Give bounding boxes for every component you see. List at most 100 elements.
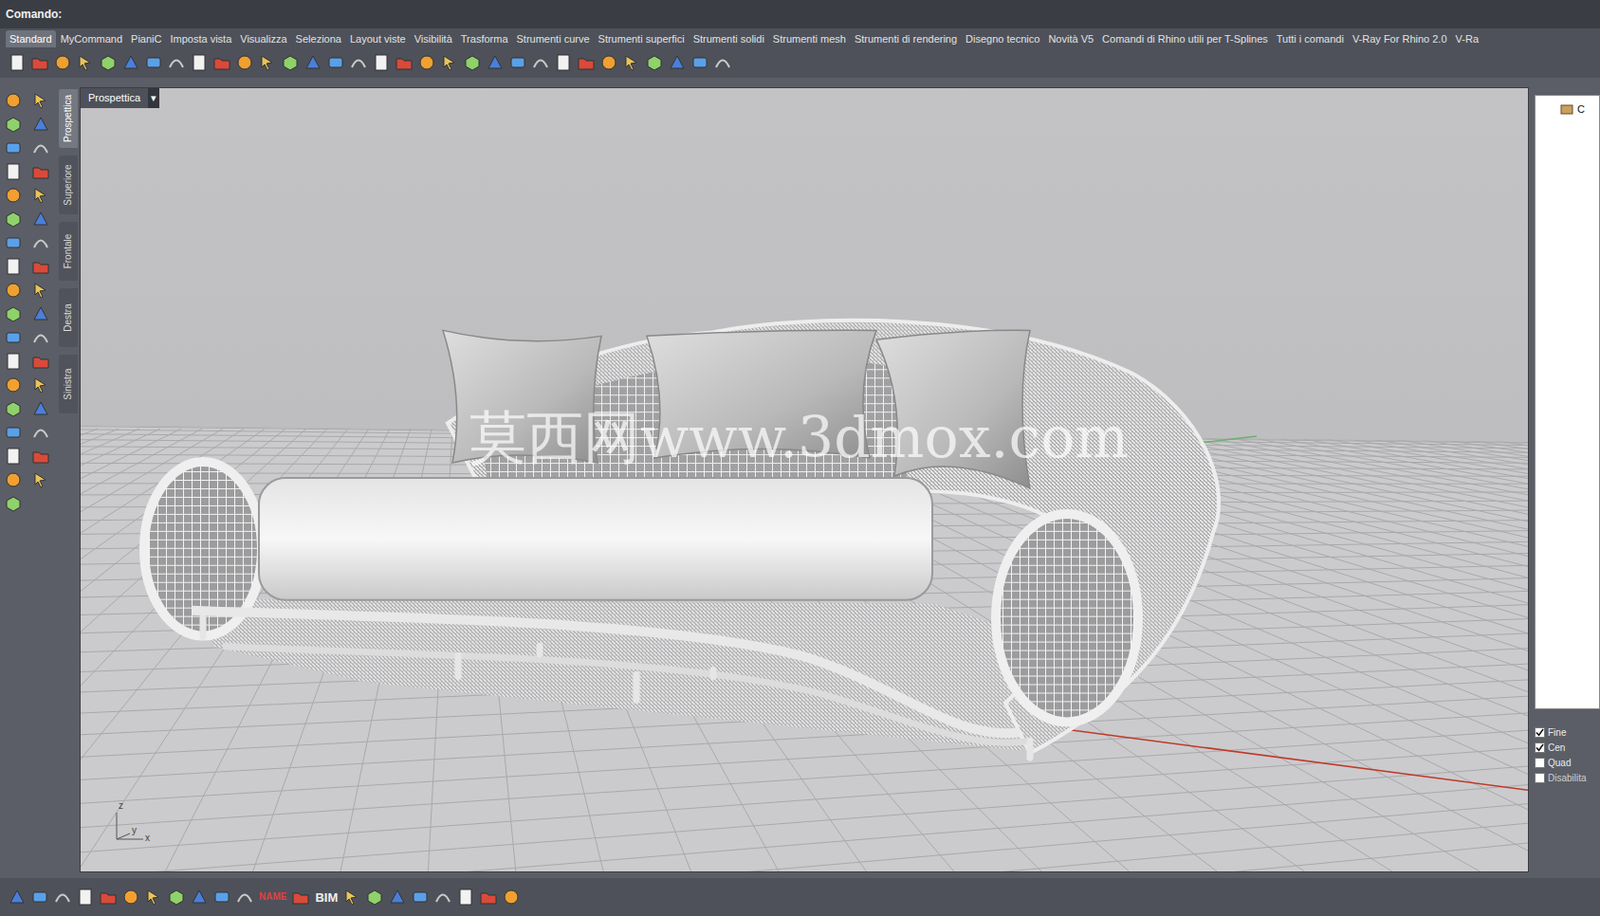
toolbar-tab[interactable]: Trasforma — [457, 30, 513, 48]
modeling-tool-icon[interactable] — [3, 422, 23, 442]
toolbar-tool-icon[interactable] — [576, 53, 596, 73]
modeling-tool-icon[interactable] — [31, 209, 51, 229]
toolbar-tab[interactable]: Strumenti superfici — [594, 30, 689, 48]
bottom-tool-icon[interactable] — [30, 887, 50, 907]
osnap-checkbox[interactable] — [1534, 757, 1545, 769]
osnap-label[interactable]: Fine — [1547, 726, 1566, 739]
toolbar-tool-icon[interactable] — [53, 53, 73, 73]
toolbar-tab[interactable]: Strumenti di rendering — [850, 30, 961, 48]
viewport[interactable]: Prospettica ▾ 莫西网www.3dmox.com z y x — [79, 87, 1529, 873]
modeling-tool-icon[interactable] — [31, 185, 51, 205]
toolbar-tool-icon[interactable] — [599, 53, 619, 73]
bottom-tool-icon[interactable] — [456, 887, 476, 907]
toolbar-tab[interactable]: Layout viste — [346, 30, 410, 48]
bottom-tool-icon[interactable] — [387, 887, 407, 907]
viewport-tab-label[interactable]: Frontale — [63, 234, 74, 270]
osnap-label[interactable]: Quad — [1547, 756, 1571, 770]
modeling-tool-icon[interactable] — [3, 351, 23, 371]
viewport-tab[interactable]: Prospettica — [58, 89, 78, 148]
toolbar-tab[interactable]: Imposta vista — [165, 30, 236, 48]
modeling-tool-icon[interactable] — [3, 209, 23, 229]
viewport-tab[interactable]: Sinistra — [58, 354, 78, 414]
toolbar-tool-icon[interactable] — [166, 53, 186, 73]
toolbar-tab[interactable]: V-Ray For Rhino 2.0 — [1348, 30, 1452, 48]
bottom-tool-icon[interactable] — [53, 887, 73, 907]
toolbar-tool-icon[interactable] — [280, 53, 300, 73]
toolbar-tool-icon[interactable] — [622, 53, 642, 73]
toolbar-tool-icon[interactable] — [121, 53, 141, 73]
toolbar-tab[interactable]: PianiC — [127, 30, 166, 48]
toolbar-tool-icon[interactable] — [349, 53, 368, 73]
toolbar-tool-icon[interactable] — [235, 53, 255, 73]
bottom-tool-icon[interactable] — [342, 887, 362, 907]
viewport-tab[interactable]: Superiore — [58, 155, 78, 215]
modeling-tool-icon[interactable] — [31, 422, 51, 442]
toolbar-tool-icon[interactable] — [189, 53, 209, 73]
osnap-option[interactable]: Quad — [1534, 756, 1600, 770]
bottom-tool-icon[interactable] — [75, 887, 95, 907]
osnap-label[interactable]: Cen — [1547, 741, 1565, 755]
modeling-tool-icon[interactable] — [3, 257, 23, 276]
toolbar-tool-icon[interactable] — [394, 53, 414, 73]
toolbar-tab[interactable]: Comandi di Rhino utili per T-Splines — [1098, 30, 1272, 48]
bottom-tool-icon[interactable] — [291, 887, 311, 907]
toolbar-tool-icon[interactable] — [690, 53, 710, 73]
osnap-option[interactable]: Cen — [1534, 741, 1600, 755]
toolbar-tab[interactable]: Standard — [5, 30, 56, 48]
modeling-tool-icon[interactable] — [31, 446, 51, 466]
modeling-tool-icon[interactable] — [3, 328, 23, 348]
modeling-tool-icon[interactable] — [3, 185, 23, 205]
toolbar-tool-icon[interactable] — [98, 53, 118, 73]
bottom-tool-icon[interactable] — [410, 887, 430, 907]
bottom-tool-icon[interactable] — [501, 887, 521, 907]
command-input[interactable] — [65, 5, 1595, 23]
toolbar-tab[interactable]: Visibilità — [410, 30, 457, 48]
osnap-label[interactable]: Disabilita — [1547, 772, 1587, 785]
toolbar-tab[interactable]: Strumenti mesh — [769, 30, 850, 48]
toolbar-tool-icon[interactable] — [212, 53, 232, 73]
toolbar-tool-icon[interactable] — [417, 53, 437, 73]
modeling-tool-icon[interactable] — [3, 446, 23, 466]
modeling-tool-icon[interactable] — [31, 399, 51, 419]
modeling-tool-icon[interactable] — [3, 304, 23, 324]
toolbar-tool-icon[interactable] — [644, 53, 664, 73]
viewport-dropdown[interactable]: ▾ — [147, 88, 160, 109]
toolbar-tool-icon[interactable] — [440, 53, 460, 73]
modeling-tool-icon[interactable] — [3, 233, 23, 253]
toolbar-tool-icon[interactable] — [326, 53, 346, 73]
toolbar-label-button[interactable]: BIM — [313, 891, 339, 904]
toolbar-tool-icon[interactable] — [371, 53, 391, 73]
viewport-tab-label[interactable]: Prospettica — [63, 94, 74, 143]
toolbar-tab[interactable]: MyCommand — [56, 30, 127, 48]
toolbar-tab[interactable]: Novità V5 — [1044, 30, 1098, 48]
toolbar-tool-icon[interactable] — [508, 53, 528, 73]
modeling-tool-icon[interactable] — [31, 375, 51, 395]
viewport-tab[interactable]: Frontale — [58, 221, 78, 281]
toolbar-tab[interactable]: Seleziona — [292, 30, 346, 48]
osnap-checkbox[interactable] — [1534, 727, 1545, 738]
bottom-tool-icon[interactable] — [98, 887, 118, 907]
layer-item[interactable]: C — [1560, 101, 1600, 118]
modeling-tool-icon[interactable] — [3, 138, 23, 158]
modeling-tool-icon[interactable] — [3, 375, 23, 395]
modeling-tool-icon[interactable] — [3, 470, 23, 490]
modeling-tool-icon[interactable] — [31, 470, 51, 490]
toolbar-tab[interactable]: Strumenti curve — [513, 30, 594, 48]
toolbar-tab[interactable]: Tutti i comandi — [1272, 30, 1348, 48]
layer-name[interactable]: C — [1577, 101, 1585, 118]
bottom-tool-icon[interactable] — [189, 887, 209, 907]
modeling-tool-icon[interactable] — [31, 138, 51, 158]
toolbar-tool-icon[interactable] — [713, 53, 733, 73]
toolbar-tab[interactable]: Disegno tecnico — [961, 30, 1044, 48]
bottom-tool-icon[interactable] — [365, 887, 385, 907]
toolbar-tool-icon[interactable] — [7, 53, 27, 73]
viewport-title[interactable]: Prospettica ▾ — [80, 88, 160, 109]
osnap-option[interactable]: Disabilita — [1534, 772, 1600, 785]
modeling-tool-icon[interactable] — [31, 91, 51, 111]
toolbar-tool-icon[interactable] — [553, 53, 573, 73]
bottom-tool-icon[interactable] — [144, 887, 164, 907]
toolbar-tab[interactable]: Visualizza — [236, 30, 291, 48]
viewport-tab[interactable]: Destra — [58, 288, 78, 348]
modeling-tool-icon[interactable] — [31, 233, 51, 253]
modeling-tool-icon[interactable] — [3, 162, 23, 182]
